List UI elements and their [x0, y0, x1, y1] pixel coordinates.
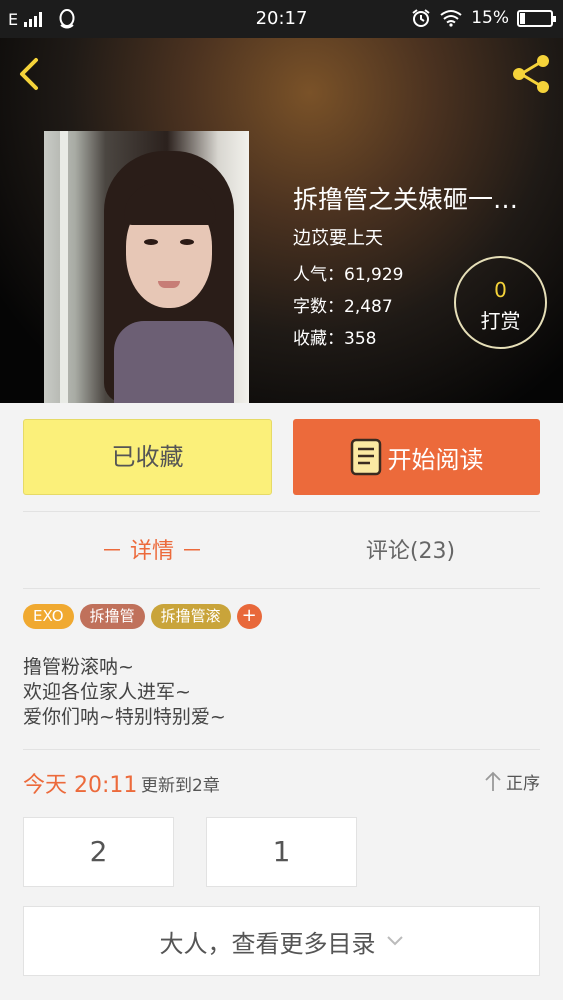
share-icon[interactable] [509, 52, 553, 96]
description-line: 爱你们呐~特别特别爱~ [23, 706, 226, 728]
divider [23, 588, 540, 589]
sort-order-button[interactable]: 正序 [484, 769, 540, 794]
sort-order-label: 正序 [506, 774, 540, 794]
start-reading-label: 开始阅读 [387, 445, 484, 474]
book-icon [350, 438, 381, 476]
update-text: 更新到2章 [141, 776, 220, 796]
battery-fill [520, 12, 525, 24]
battery-percent: 15% [471, 8, 509, 28]
status-bar: E 20:17 15% [0, 0, 563, 38]
tab-details[interactable]: － 详情 － [23, 522, 281, 582]
update-time: 今天 20:11 [23, 773, 138, 798]
alarm-icon [412, 9, 430, 27]
collected-button[interactable]: 已收藏 [23, 419, 272, 495]
divider [23, 749, 540, 750]
back-icon[interactable] [14, 56, 46, 92]
description-line: 撸管粉滚呐~ [23, 656, 134, 678]
arrow-up-icon [485, 771, 501, 791]
chapter-1-button[interactable]: 1 [206, 817, 357, 887]
popularity-stat: 人气：61,929 [293, 265, 404, 285]
view-more-catalog-button[interactable]: 大人，查看更多目录 [23, 906, 540, 976]
description-line: 欢迎各位家人进军~ [23, 681, 191, 703]
chevron-down-icon [386, 936, 403, 946]
book-description: 撸管粉滚呐~ 欢迎各位家人进军~ 爱你们呐~特别特别爱~ [23, 655, 226, 730]
tag-chaluguan-gun[interactable]: 拆撸管滚 [150, 604, 231, 629]
add-tag-button[interactable]: + [236, 604, 262, 629]
book-header: 拆撸管之关婊砸一… 边苡要上天 人气：61,929 字数：2,487 收藏：35… [0, 38, 563, 403]
reward-button[interactable]: 0 打赏 [454, 256, 547, 349]
reward-count: 0 [494, 278, 507, 302]
book-cover-image[interactable] [44, 131, 249, 403]
tag-list: EXO 拆撸管 拆撸管滚 + [23, 604, 262, 629]
wifi-icon [440, 10, 462, 27]
book-title: 拆撸管之关婊砸一… [293, 185, 519, 214]
view-more-label: 大人，查看更多目录 [159, 929, 376, 958]
tag-chaluguan[interactable]: 拆撸管 [79, 604, 145, 629]
battery-icon [517, 9, 556, 27]
status-right: 15% [411, 8, 556, 28]
update-info: 今天 20:11 更新到2章 正序 [23, 767, 540, 799]
tag-exo[interactable]: EXO [23, 604, 74, 629]
tab-comments[interactable]: 评论(23) [281, 522, 540, 582]
reward-label: 打赏 [480, 309, 521, 333]
author-name[interactable]: 边苡要上天 [293, 224, 383, 250]
favorites-stat: 收藏：358 [293, 329, 377, 349]
chapter-2-button[interactable]: 2 [23, 817, 174, 887]
divider [23, 511, 540, 512]
word-count-stat: 字数：2,487 [293, 297, 393, 317]
start-reading-button[interactable]: 开始阅读 [293, 419, 540, 495]
